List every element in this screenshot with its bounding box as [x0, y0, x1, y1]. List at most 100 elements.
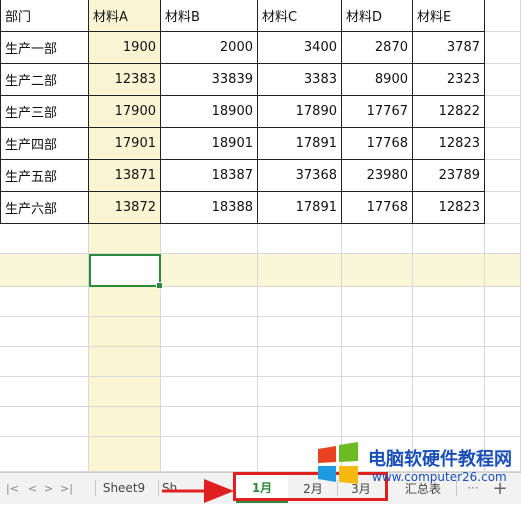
value-cell[interactable]: 2323 — [413, 64, 485, 96]
department-cell[interactable]: 生产五部 — [0, 160, 89, 192]
empty-cell[interactable] — [485, 347, 521, 377]
empty-cell[interactable] — [258, 317, 342, 347]
value-cell[interactable]: 3400 — [258, 32, 342, 64]
value-cell[interactable]: 3383 — [258, 64, 342, 96]
department-cell[interactable]: 生产一部 — [0, 32, 89, 64]
value-cell[interactable]: 2000 — [161, 32, 258, 64]
empty-cell[interactable] — [0, 224, 89, 254]
value-cell[interactable]: 17768 — [342, 128, 413, 160]
empty-cell[interactable] — [413, 347, 485, 377]
value-cell[interactable]: 18387 — [161, 160, 258, 192]
empty-cell[interactable] — [342, 224, 413, 254]
empty-cell[interactable] — [485, 254, 521, 287]
value-cell[interactable]: 12383 — [89, 64, 161, 96]
empty-cell[interactable] — [485, 287, 521, 317]
empty-cell[interactable] — [0, 287, 89, 317]
value-cell[interactable]: 18901 — [161, 128, 258, 160]
value-cell[interactable]: 17767 — [342, 96, 413, 128]
value-cell[interactable]: 12822 — [413, 96, 485, 128]
empty-cell[interactable] — [258, 254, 342, 287]
empty-cell[interactable] — [342, 317, 413, 347]
value-cell[interactable]: 18388 — [161, 192, 258, 224]
empty-cell[interactable] — [485, 0, 521, 32]
value-cell[interactable]: 17768 — [342, 192, 413, 224]
header-cell-material-e[interactable]: 材料E — [413, 0, 485, 32]
value-cell[interactable]: 23980 — [342, 160, 413, 192]
value-cell[interactable]: 37368 — [258, 160, 342, 192]
value-cell[interactable]: 13871 — [89, 160, 161, 192]
empty-cell[interactable] — [89, 377, 161, 407]
empty-cell[interactable] — [89, 437, 161, 472]
empty-cell[interactable] — [342, 407, 413, 437]
empty-cell[interactable] — [0, 317, 89, 347]
empty-cell[interactable] — [485, 192, 521, 224]
value-cell[interactable]: 17891 — [258, 192, 342, 224]
empty-cell[interactable] — [258, 224, 342, 254]
empty-cell[interactable] — [342, 287, 413, 317]
header-cell-material-a[interactable]: 材料A — [89, 0, 161, 32]
value-cell[interactable]: 23789 — [413, 160, 485, 192]
tab-sheet9[interactable]: Sheet9 — [96, 473, 152, 503]
header-cell-department[interactable]: 部门 — [0, 0, 89, 32]
empty-cell[interactable] — [258, 287, 342, 317]
header-cell-material-d[interactable]: 材料D — [342, 0, 413, 32]
empty-cell[interactable] — [0, 347, 89, 377]
empty-cell[interactable] — [161, 407, 258, 437]
empty-cell[interactable] — [413, 407, 485, 437]
empty-cell[interactable] — [161, 254, 258, 287]
value-cell[interactable]: 1900 — [89, 32, 161, 64]
empty-cell[interactable] — [485, 32, 521, 64]
department-cell[interactable]: 生产四部 — [0, 128, 89, 160]
empty-cell[interactable] — [485, 317, 521, 347]
first-sheet-button[interactable]: |< — [6, 482, 19, 495]
last-sheet-button[interactable]: >| — [60, 482, 73, 495]
value-cell[interactable]: 17901 — [89, 128, 161, 160]
empty-cell[interactable] — [485, 160, 521, 192]
empty-cell[interactable] — [485, 407, 521, 437]
value-cell[interactable]: 8900 — [342, 64, 413, 96]
active-cell-selection[interactable] — [89, 254, 163, 289]
value-cell[interactable]: 12823 — [413, 128, 485, 160]
department-cell[interactable]: 生产三部 — [0, 96, 89, 128]
empty-cell[interactable] — [161, 347, 258, 377]
header-cell-material-b[interactable]: 材料B — [161, 0, 258, 32]
empty-cell[interactable] — [485, 96, 521, 128]
empty-cell[interactable] — [485, 224, 521, 254]
empty-cell[interactable] — [161, 287, 258, 317]
empty-cell[interactable] — [0, 254, 89, 287]
value-cell[interactable]: 17891 — [258, 128, 342, 160]
empty-cell[interactable] — [413, 317, 485, 347]
empty-cell[interactable] — [89, 224, 161, 254]
empty-cell[interactable] — [342, 254, 413, 287]
prev-sheet-button[interactable]: < — [28, 482, 37, 495]
empty-cell[interactable] — [485, 64, 521, 96]
empty-cell[interactable] — [258, 407, 342, 437]
empty-cell[interactable] — [342, 347, 413, 377]
empty-cell[interactable] — [413, 377, 485, 407]
empty-cell[interactable] — [485, 128, 521, 160]
empty-cell[interactable] — [161, 317, 258, 347]
header-cell-material-c[interactable]: 材料C — [258, 0, 342, 32]
empty-cell[interactable] — [413, 254, 485, 287]
empty-cell[interactable] — [161, 224, 258, 254]
empty-cell[interactable] — [413, 224, 485, 254]
empty-cell[interactable] — [342, 377, 413, 407]
empty-cell[interactable] — [161, 377, 258, 407]
value-cell[interactable]: 2870 — [342, 32, 413, 64]
value-cell[interactable]: 17890 — [258, 96, 342, 128]
empty-cell[interactable] — [89, 317, 161, 347]
empty-cell[interactable] — [0, 377, 89, 407]
value-cell[interactable]: 33839 — [161, 64, 258, 96]
value-cell[interactable]: 17900 — [89, 96, 161, 128]
value-cell[interactable]: 18900 — [161, 96, 258, 128]
department-cell[interactable]: 生产二部 — [0, 64, 89, 96]
empty-cell[interactable] — [0, 407, 89, 437]
value-cell[interactable]: 3787 — [413, 32, 485, 64]
empty-cell[interactable] — [258, 347, 342, 377]
empty-cell[interactable] — [161, 437, 258, 472]
empty-cell[interactable] — [89, 347, 161, 377]
empty-cell[interactable] — [258, 377, 342, 407]
empty-cell[interactable] — [89, 287, 161, 317]
department-cell[interactable]: 生产六部 — [0, 192, 89, 224]
next-sheet-button[interactable]: > — [44, 482, 53, 495]
